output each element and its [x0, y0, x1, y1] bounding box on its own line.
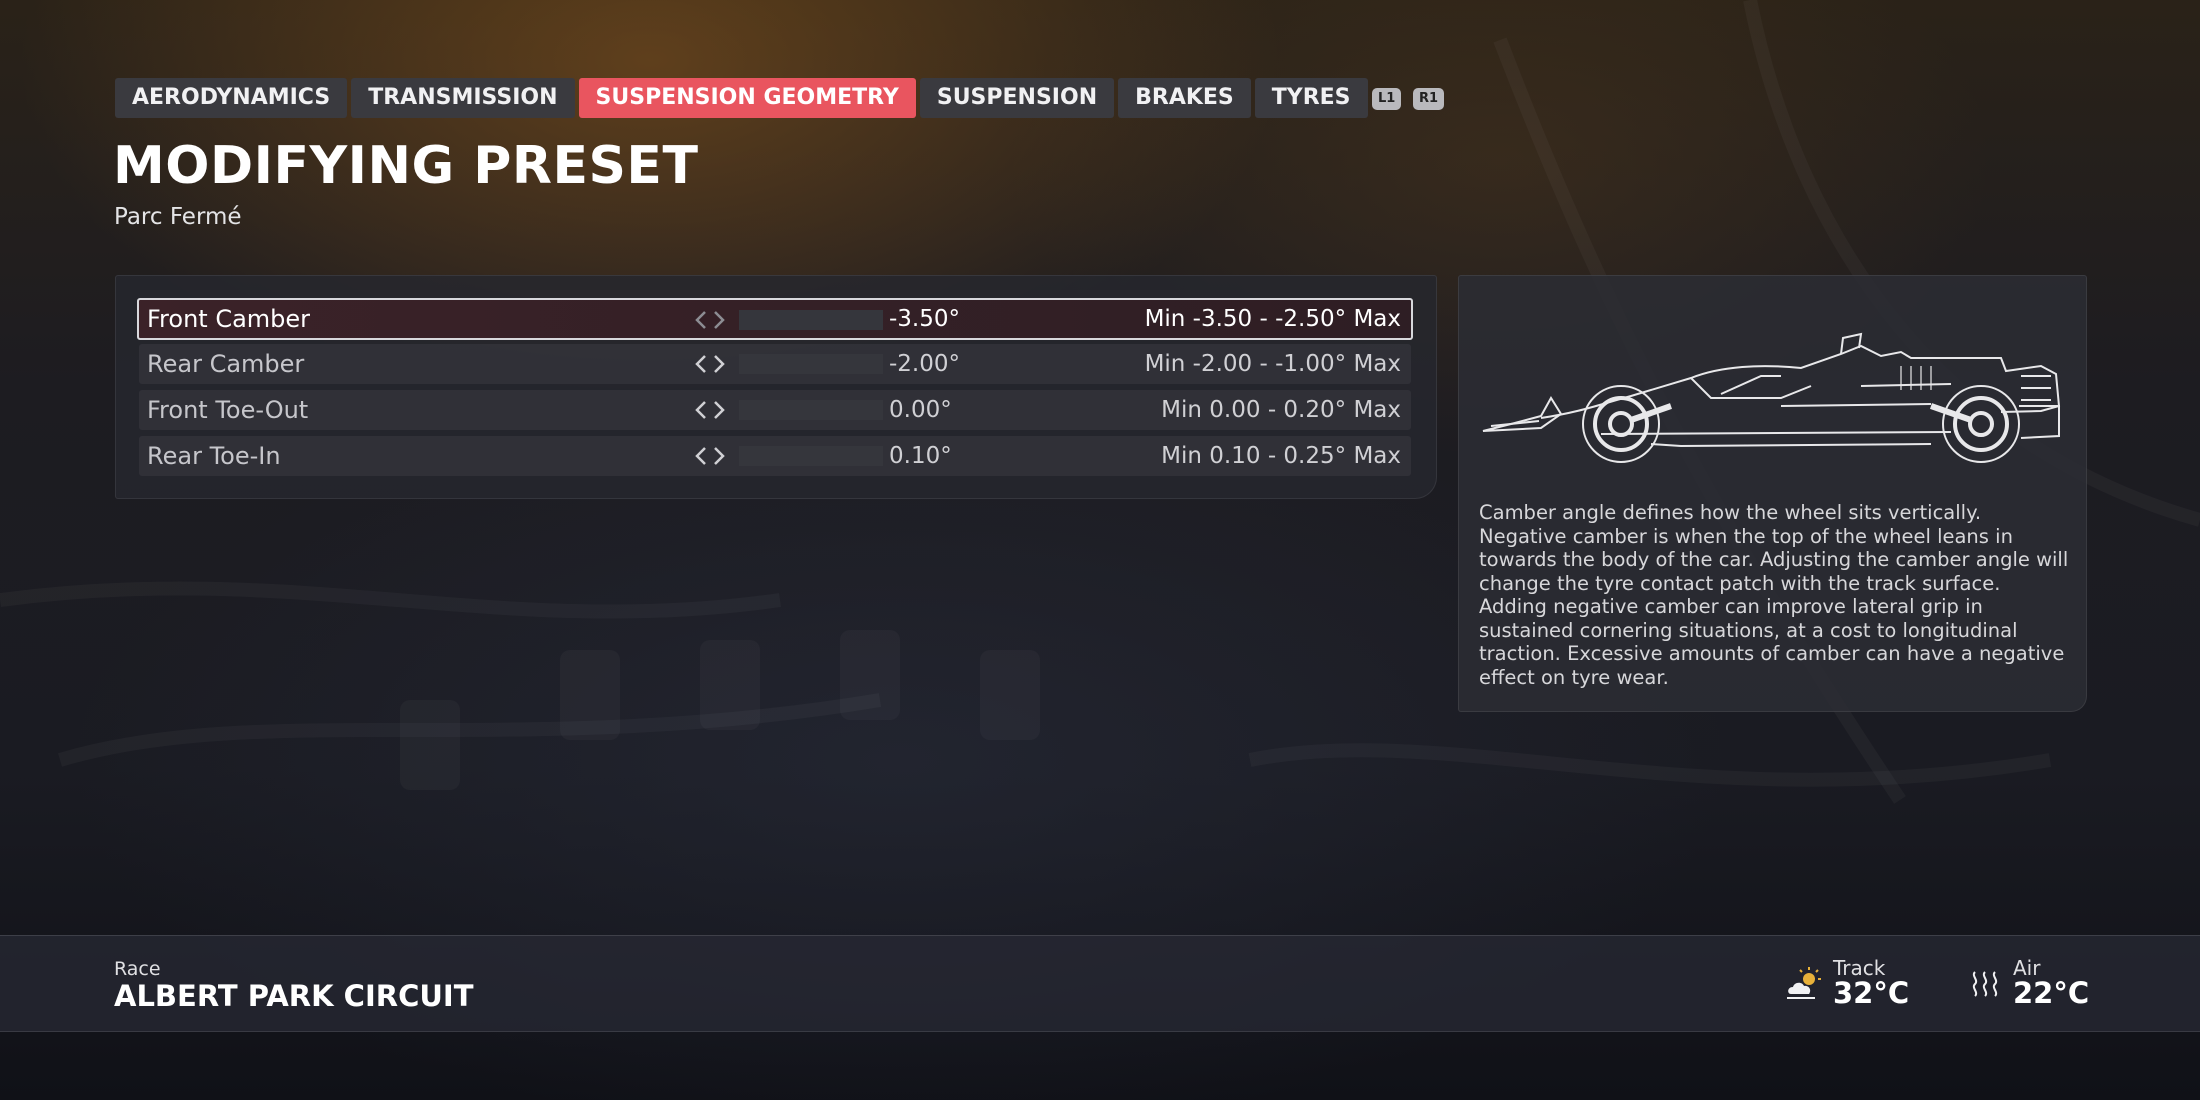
tab-transmission[interactable]: TRANSMISSION: [351, 78, 575, 118]
setting-slider-track[interactable]: [739, 400, 883, 420]
track-temperature: Track 32°C: [1785, 954, 1935, 1014]
setting-range: Min -2.00 - -1.00° Max: [1144, 351, 1401, 377]
r1-button-hint[interactable]: R1: [1413, 88, 1445, 110]
tab-suspension-geometry[interactable]: SUSPENSION GEOMETRY: [578, 78, 916, 118]
preset-name: Parc Fermé: [114, 204, 242, 230]
setting-value: 0.10°: [889, 443, 952, 469]
setting-info-panel: Camber angle defines how the wheel sits …: [1458, 275, 2087, 712]
setting-label: Rear Toe-In: [147, 442, 281, 470]
adjust-arrows-icon[interactable]: [691, 399, 729, 421]
setup-category-tabs: AERODYNAMICS TRANSMISSION SUSPENSION GEO…: [115, 78, 1368, 118]
air-temp-value: 22°C: [2013, 976, 2090, 1010]
setting-label: Front Camber: [147, 305, 311, 333]
setting-value: -3.50°: [889, 306, 961, 332]
page-title: MODIFYING PRESET: [113, 136, 699, 196]
setting-slider-track[interactable]: [739, 354, 883, 374]
settings-panel: Front Camber -3.50° Min -3.50 - -2.50° M…: [115, 275, 1437, 499]
setting-description: Camber angle defines how the wheel sits …: [1479, 501, 2069, 689]
circuit-name: ALBERT PARK CIRCUIT: [114, 979, 474, 1013]
partly-cloudy-sun-icon: [1787, 967, 1821, 999]
session-type: Race: [114, 958, 161, 980]
adjust-arrows-icon[interactable]: [691, 445, 729, 467]
car-outline-illustration: [1482, 332, 2061, 463]
setting-range: Min -3.50 - -2.50° Max: [1144, 306, 1401, 332]
setting-range: Min 0.10 - 0.25° Max: [1161, 443, 1401, 469]
adjust-arrows-icon[interactable]: [691, 309, 729, 331]
tab-brakes[interactable]: BRAKES: [1118, 78, 1251, 118]
tab-suspension[interactable]: SUSPENSION: [919, 78, 1115, 118]
setting-slider-track[interactable]: [739, 310, 883, 330]
session-info-bar: Race ALBERT PARK CIRCUIT Track 32°C Air …: [0, 935, 2200, 1032]
setting-value: -2.00°: [889, 351, 961, 377]
tab-tyres[interactable]: TYRES: [1254, 78, 1368, 118]
setting-label: Front Toe-Out: [147, 396, 309, 424]
setting-row-rear-camber[interactable]: Rear Camber -2.00° Min -2.00 - -1.00° Ma…: [139, 344, 1411, 384]
setting-value: 0.00°: [889, 397, 952, 423]
setting-range: Min 0.00 - 0.20° Max: [1161, 397, 1401, 423]
setting-row-front-camber[interactable]: Front Camber -3.50° Min -3.50 - -2.50° M…: [137, 298, 1413, 340]
tab-aerodynamics[interactable]: AERODYNAMICS: [115, 78, 348, 118]
setting-row-front-toe-out[interactable]: Front Toe-Out 0.00° Min 0.00 - 0.20° Max: [139, 390, 1411, 430]
air-temperature: Air 22°C: [1965, 954, 2095, 1014]
setting-label: Rear Camber: [147, 350, 305, 378]
heat-waves-icon: [1972, 971, 1998, 997]
setting-slider-track[interactable]: [739, 446, 883, 466]
adjust-arrows-icon[interactable]: [691, 353, 729, 375]
l1-button-hint[interactable]: L1: [1372, 88, 1402, 110]
setting-row-rear-toe-in[interactable]: Rear Toe-In 0.10° Min 0.10 - 0.25° Max: [139, 436, 1411, 476]
track-temp-value: 32°C: [1833, 976, 1910, 1010]
